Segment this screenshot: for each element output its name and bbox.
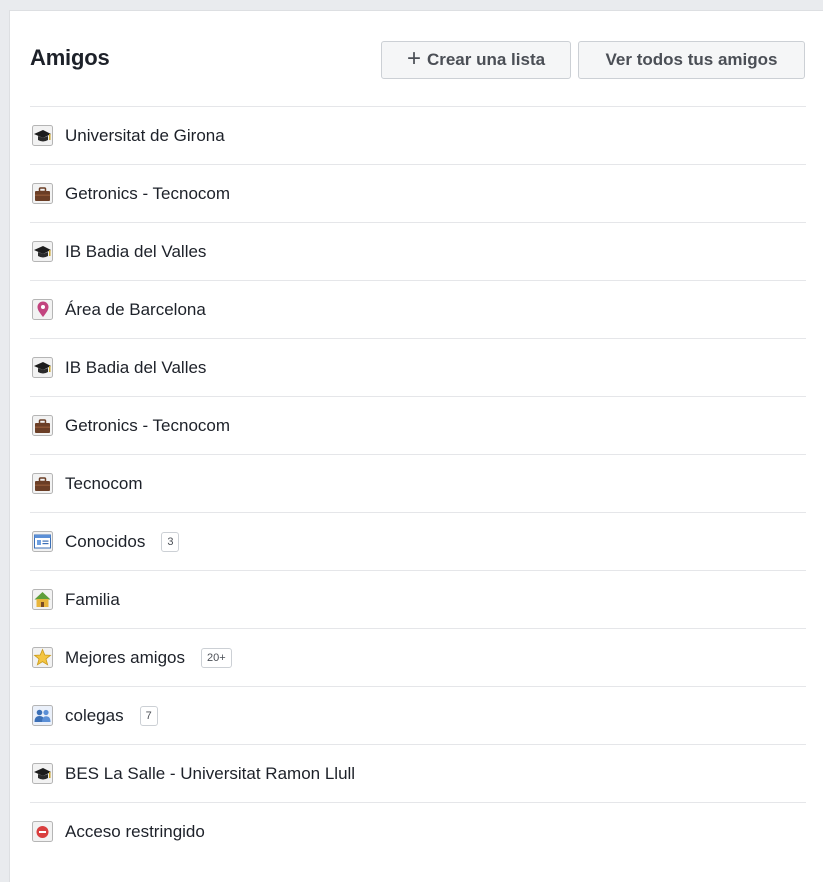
family-icon [32, 589, 53, 610]
list-item-label: Getronics - Tecnocom [65, 415, 231, 435]
star-icon [32, 647, 53, 668]
list-item-label: Acceso restringido [65, 821, 205, 841]
people-icon [32, 705, 53, 726]
location-icon [32, 299, 53, 320]
work-icon [32, 415, 53, 436]
plus-icon: + [406, 45, 421, 72]
list-item-label: Tecnocom [65, 473, 143, 493]
list-item-label: BES La Salle - Universitat Ramon Llull [65, 763, 356, 783]
education-icon [32, 357, 53, 378]
member-count-badge: 3 [161, 531, 180, 552]
education-icon [32, 763, 53, 784]
list-item[interactable]: Getronics - Tecnocom [30, 164, 806, 222]
list-item[interactable]: IB Badia del Valles [30, 222, 806, 280]
create-list-button[interactable]: + Crear una lista [381, 41, 571, 79]
education-icon [32, 125, 53, 146]
list-item[interactable]: Mejores amigos 20+ [30, 628, 806, 686]
list-item-label: Área de Barcelona [65, 299, 206, 319]
list-item-label: Getronics - Tecnocom [65, 183, 231, 203]
create-list-label: Crear una lista [426, 50, 546, 69]
see-all-friends-button[interactable]: Ver todos tus amigos [578, 41, 805, 79]
list-item[interactable]: colegas 7 [30, 686, 806, 744]
member-count-badge: 20+ [201, 647, 232, 668]
friends-lists-panel: Amigos + Crear una lista Ver todos tus a… [9, 10, 823, 882]
page-title: Amigos [30, 45, 110, 70]
acquaintances-icon [32, 531, 53, 552]
work-icon [32, 473, 53, 494]
list-item[interactable]: Acceso restringido [30, 802, 806, 860]
restricted-icon [32, 821, 53, 842]
panel-header: Amigos + Crear una lista Ver todos tus a… [10, 11, 823, 107]
list-item[interactable]: Familia [30, 570, 806, 628]
friend-lists: Universitat de Girona Getronics - Tecnoc… [30, 106, 806, 860]
list-item[interactable]: IB Badia del Valles [30, 338, 806, 396]
list-item[interactable]: Área de Barcelona [30, 280, 806, 338]
work-icon [32, 183, 53, 204]
see-all-friends-label: Ver todos tus amigos [605, 50, 778, 69]
list-item-label: Conocidos [65, 531, 146, 551]
list-item-label: Universitat de Girona [65, 125, 225, 145]
list-item-label: colegas [65, 705, 124, 725]
list-item-label: IB Badia del Valles [65, 241, 207, 261]
list-item[interactable]: Getronics - Tecnocom [30, 396, 806, 454]
education-icon [32, 241, 53, 262]
list-item[interactable]: Tecnocom [30, 454, 806, 512]
list-item[interactable]: Universitat de Girona [30, 106, 806, 164]
list-item-label: Familia [65, 589, 120, 609]
member-count-badge: 7 [139, 705, 158, 726]
list-item[interactable]: Conocidos 3 [30, 512, 806, 570]
list-item-label: IB Badia del Valles [65, 357, 207, 377]
list-item[interactable]: BES La Salle - Universitat Ramon Llull [30, 744, 806, 802]
list-item-label: Mejores amigos [65, 647, 185, 667]
